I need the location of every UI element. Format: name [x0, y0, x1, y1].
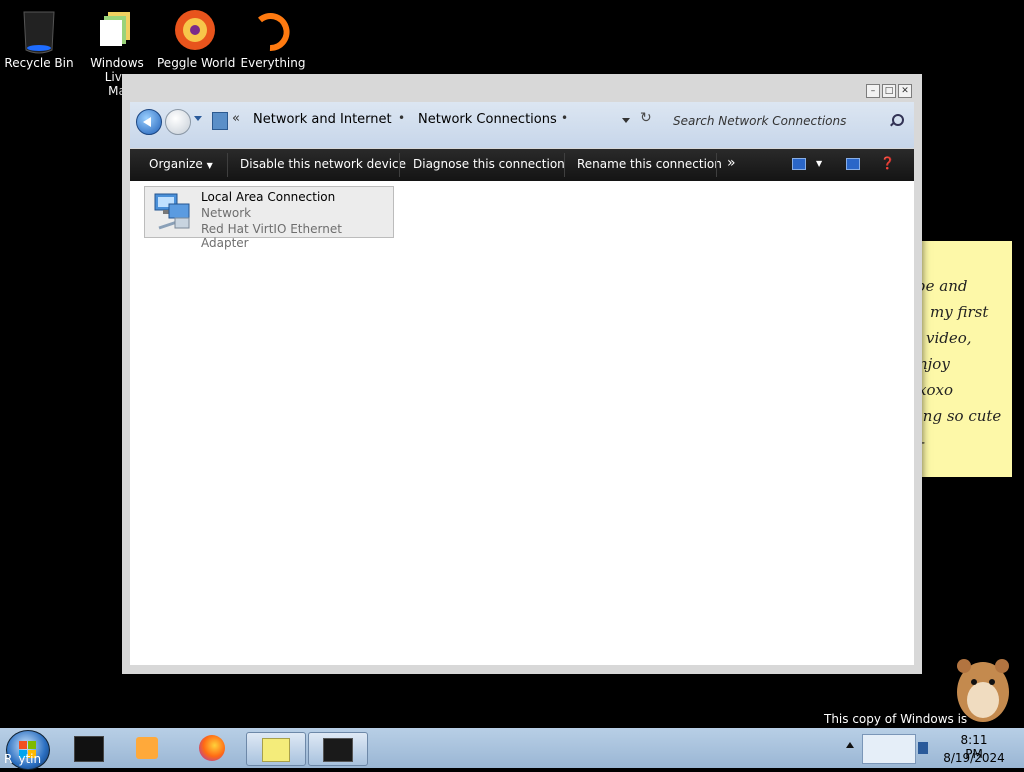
clock-date[interactable]: 8/19/2024 [940, 751, 1008, 765]
network-tray-icon[interactable] [918, 742, 928, 754]
recent-pages-dropdown-icon[interactable] [194, 116, 202, 121]
minimize-button[interactable]: – [866, 84, 880, 98]
view-options-dropdown-icon[interactable]: ▼ [816, 159, 822, 168]
file-list-pane: Local Area Connection Network Red Hat Vi… [130, 181, 914, 665]
desktop-icon-recycle-bin[interactable]: Recycle Bin [1, 4, 77, 70]
disable-device-button[interactable]: Disable this network device [240, 157, 406, 171]
taskbar-network-connections[interactable] [308, 732, 368, 766]
maximize-button[interactable]: □ [882, 84, 896, 98]
breadcrumb-network-and-internet[interactable]: Network and Internet [253, 112, 392, 127]
sticky-line: xoxo [922, 381, 953, 399]
search-input[interactable] [671, 108, 915, 134]
more-commands-button[interactable]: » [727, 155, 736, 171]
command-bar: Organize ▼ Disable this network device D… [130, 149, 914, 181]
sticky-line: be and [922, 277, 968, 295]
address-dropdown-icon[interactable] [622, 118, 630, 123]
chevron-down-icon: ▼ [206, 161, 213, 170]
network-connections-window: – □ ✕ « Network and Internet • Network C… [122, 74, 922, 674]
media-player-icon [136, 737, 158, 759]
desktop-icon-label: Recycle Bin [4, 56, 74, 70]
breadcrumb-separator[interactable]: • [398, 111, 405, 125]
breadcrumb-overflow[interactable]: « [232, 111, 240, 126]
desktop-icon-peggle-world[interactable]: Peggle World [157, 4, 236, 70]
toolbar-divider [716, 153, 717, 177]
desktop-icon-label: Peggle World [157, 56, 236, 70]
refresh-icon[interactable]: ↻ [640, 110, 652, 126]
toolbar-divider [564, 153, 565, 177]
taskbar-sticky-notes[interactable] [246, 732, 306, 766]
sticky-line: video, [926, 329, 972, 347]
everything-icon [250, 4, 296, 56]
windows-live-icon [94, 4, 140, 56]
sticky-notes-icon [262, 738, 290, 762]
preview-pane-icon[interactable] [846, 158, 860, 170]
desktop-icon-label: Everything [240, 56, 306, 70]
sticky-line: ing so cute [922, 407, 1002, 425]
help-icon[interactable]: ❓ [880, 156, 895, 170]
sticky-line: njoy [922, 355, 950, 373]
address-bar: « Network and Internet • Network Connect… [130, 102, 915, 148]
taskbar-app-dark-window[interactable] [60, 732, 118, 764]
connection-status: Network [201, 206, 252, 220]
caption-buttons: – □ ✕ [866, 84, 912, 98]
toolbar-divider [227, 153, 228, 177]
connection-name: Local Area Connection [201, 190, 336, 204]
control-panel-icon [212, 112, 228, 130]
network-adapter-icon [149, 190, 195, 232]
show-hidden-icons-icon[interactable] [846, 742, 854, 748]
toolbar-divider [399, 153, 400, 177]
diagnose-connection-button[interactable]: Diagnose this connection [413, 157, 565, 171]
sticky-line: my first [930, 303, 989, 321]
local-area-connection-item[interactable]: Local Area Connection Network Red Hat Vi… [144, 186, 394, 250]
tray-active-icon[interactable] [862, 734, 916, 764]
taskbar-media-player[interactable] [120, 732, 178, 764]
peggle-icon [172, 4, 218, 56]
search-icon[interactable] [892, 114, 904, 126]
change-view-icon[interactable] [792, 158, 806, 170]
desktop-icon-label-partial: Rytin [4, 752, 42, 766]
recycle-bin-icon [16, 4, 62, 56]
back-button[interactable] [136, 109, 162, 135]
close-button[interactable]: ✕ [898, 84, 912, 98]
hamster-gadget[interactable] [950, 648, 1016, 726]
explorer-window-icon [323, 738, 353, 762]
desktop-icon-everything[interactable]: Everything [235, 4, 311, 70]
organize-label: Organize [149, 157, 203, 171]
forward-button[interactable] [165, 109, 191, 135]
sticky-line: - [922, 433, 925, 451]
organize-button[interactable]: Organize ▼ [149, 157, 213, 171]
breadcrumb-separator[interactable]: • [561, 111, 568, 125]
taskbar-firefox[interactable] [184, 732, 242, 764]
firefox-icon [199, 735, 225, 761]
rename-connection-button[interactable]: Rename this connection [577, 157, 722, 171]
sticky-note[interactable]: be and my first video, njoy xoxo ing so … [922, 241, 1012, 477]
app-window-icon [74, 736, 104, 762]
connection-adapter: Red Hat VirtIO Ethernet Adapter [201, 222, 342, 250]
taskbar [0, 728, 1024, 768]
breadcrumb-network-connections[interactable]: Network Connections [418, 112, 557, 127]
